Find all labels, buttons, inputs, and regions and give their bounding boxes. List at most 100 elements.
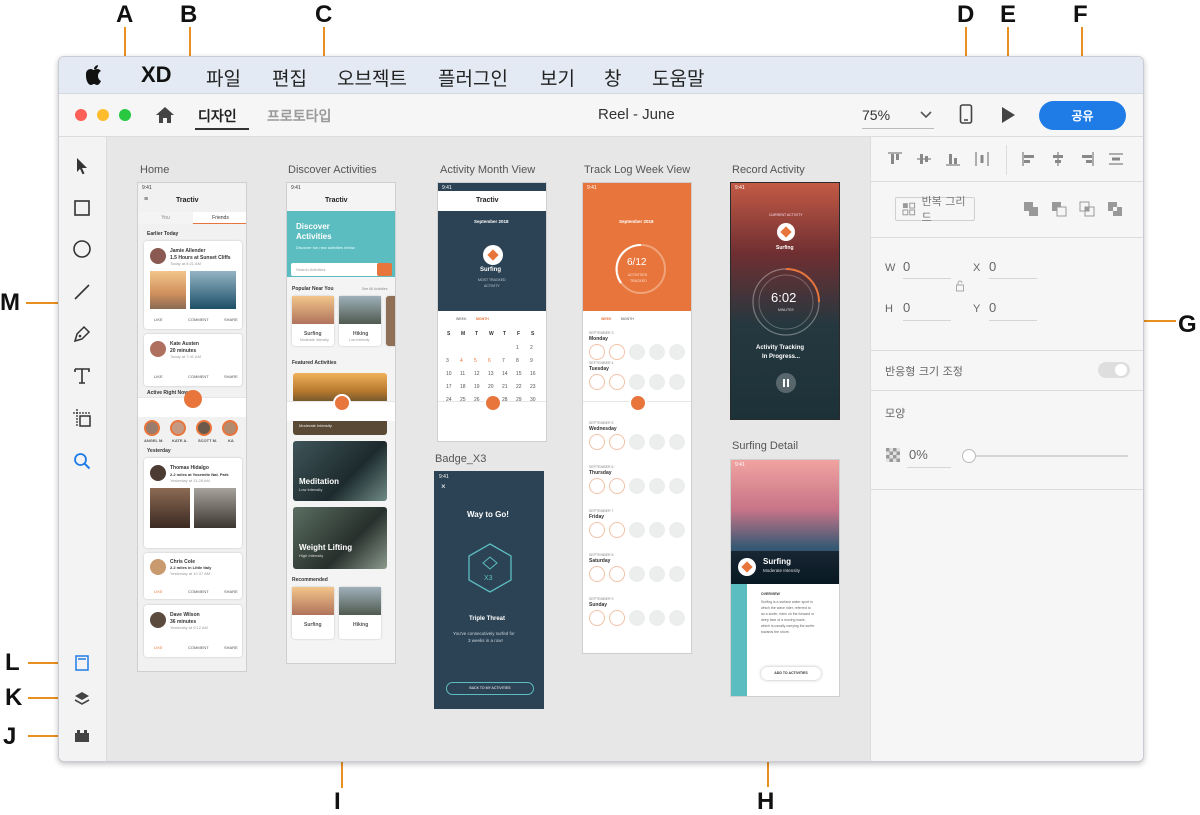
align-right-icon[interactable] — [1079, 151, 1095, 167]
document-assets-button[interactable] — [71, 652, 93, 674]
artboard-label-surf[interactable]: Surfing Detail — [732, 440, 798, 452]
log-activity-slot[interactable] — [629, 374, 645, 390]
artboard-label-discover[interactable]: Discover Activities — [288, 164, 377, 176]
home-tab-you[interactable]: You — [138, 212, 193, 224]
repeat-grid-button[interactable]: 반복 그리드 — [895, 195, 975, 224]
calendar-date[interactable]: 13 — [488, 371, 494, 377]
calendar-date[interactable]: 16 — [530, 371, 536, 377]
log-activity-slot[interactable] — [629, 344, 645, 360]
log-activity-slot[interactable] — [609, 566, 625, 582]
log-activity-slot[interactable] — [609, 434, 625, 450]
share-button[interactable]: 공유 — [1039, 101, 1126, 130]
record-fab[interactable] — [333, 394, 351, 412]
home-tab-friends[interactable]: Friends — [193, 212, 246, 224]
activity-card[interactable]: Surfing Moderate Intensity — [292, 296, 334, 346]
pen-tool[interactable] — [71, 323, 93, 345]
chevron-down-icon[interactable] — [920, 109, 932, 119]
friend-avatar[interactable] — [196, 420, 212, 436]
week-toggle[interactable]: WEEK — [456, 317, 467, 321]
log-activity-slot[interactable] — [669, 478, 685, 494]
log-activity-slot[interactable] — [609, 522, 625, 538]
calendar-date[interactable]: 3 — [446, 358, 449, 364]
back-to-activities-button[interactable]: BACK TO MY ACTIVITIES — [446, 682, 534, 695]
close-window-button[interactable] — [75, 109, 87, 121]
height-input[interactable]: 0 — [903, 300, 910, 315]
calendar-date[interactable]: 14 — [502, 371, 508, 377]
distribute-vertical-icon[interactable] — [1108, 151, 1124, 167]
pause-button[interactable] — [776, 373, 796, 393]
log-activity-slot[interactable] — [589, 374, 605, 390]
opacity-input[interactable]: 0% — [909, 447, 928, 462]
month-toggle[interactable]: MONTH — [476, 317, 489, 321]
tab-prototype[interactable]: 프로토타입 — [267, 106, 331, 126]
zoom-tool[interactable] — [71, 450, 93, 472]
artboard-month-view[interactable]: 9:41 Tractiv September 2018 Surfing MOST… — [437, 182, 547, 442]
log-activity-slot[interactable] — [629, 522, 645, 538]
log-activity-slot[interactable] — [609, 610, 625, 626]
log-activity-slot[interactable] — [589, 434, 605, 450]
log-activity-slot[interactable] — [669, 566, 685, 582]
log-activity-slot[interactable] — [609, 478, 625, 494]
calendar-date[interactable]: 11 — [460, 371, 465, 377]
share-post-button[interactable]: SHARE — [224, 317, 238, 322]
width-input[interactable]: 0 — [903, 259, 910, 274]
calendar-date[interactable]: 7 — [502, 358, 505, 364]
calendar-date[interactable]: 2 — [530, 345, 533, 351]
log-activity-slot[interactable] — [629, 434, 645, 450]
calendar-date[interactable]: 22 — [516, 384, 522, 390]
artboard-home[interactable]: 9:41 Tractiv ≡ You Friends Earlier Today… — [137, 182, 247, 672]
calendar-date[interactable]: 21 — [502, 384, 508, 390]
featured-card-weight-lifting[interactable]: Weight Lifting High Intensity — [293, 507, 387, 569]
friend-avatar[interactable] — [170, 420, 186, 436]
rectangle-tool[interactable] — [71, 197, 93, 219]
share-post-button[interactable]: SHARE — [224, 645, 238, 650]
share-post-button[interactable]: SHARE — [224, 589, 238, 594]
add-to-activities-button[interactable]: ADD TO ACTIVITIES — [761, 667, 821, 680]
menu-plugins[interactable]: 플러그인 — [438, 64, 508, 91]
lock-icon[interactable] — [955, 280, 965, 292]
menu-window[interactable]: 창 — [604, 64, 621, 91]
opacity-slider-thumb[interactable] — [962, 449, 976, 463]
align-bottom-icon[interactable] — [945, 151, 961, 167]
device-preview-icon[interactable] — [959, 104, 973, 124]
boolean-exclude-icon[interactable] — [1107, 201, 1123, 217]
artboard-record[interactable]: 9:41 CURRENT ACTIVITY Surfing 6:02 MINUT… — [730, 182, 840, 420]
close-icon[interactable]: × — [441, 482, 446, 491]
menu-file[interactable]: 파일 — [206, 64, 241, 91]
distribute-horizontal-icon[interactable] — [974, 151, 990, 167]
like-button[interactable]: LIKE — [154, 374, 163, 379]
featured-card-meditation[interactable]: Meditation Low Intensity — [293, 441, 387, 501]
align-top-icon[interactable] — [887, 151, 903, 167]
feed-card[interactable]: Kate Austen 20 minutes Today at 7:41 AM … — [144, 334, 242, 386]
log-activity-slot[interactable] — [609, 374, 625, 390]
month-toggle[interactable]: MONTH — [621, 317, 634, 321]
log-activity-slot[interactable] — [649, 374, 665, 390]
log-activity-slot[interactable] — [589, 478, 605, 494]
log-activity-slot[interactable] — [649, 434, 665, 450]
log-activity-slot[interactable] — [589, 522, 605, 538]
log-activity-slot[interactable] — [669, 522, 685, 538]
select-tool[interactable] — [71, 155, 93, 177]
comment-button[interactable]: COMMENT — [188, 374, 209, 379]
log-activity-slot[interactable] — [669, 434, 685, 450]
calendar-date[interactable]: 20 — [488, 384, 494, 390]
y-input[interactable]: 0 — [989, 300, 996, 315]
tab-design[interactable]: 디자인 — [198, 106, 237, 126]
home-icon[interactable] — [155, 106, 175, 124]
feed-card[interactable]: Thomas Hidalgo 2.2 miles at Yosemite Nat… — [144, 458, 242, 548]
opacity-slider-track[interactable] — [968, 455, 1128, 457]
layers-button[interactable] — [71, 688, 93, 710]
feed-card[interactable]: Chris Cole 2.2 miles in Little Italy Yes… — [144, 553, 242, 599]
calendar-date[interactable]: 1 — [516, 345, 519, 351]
plugins-button[interactable] — [71, 725, 93, 747]
calendar-date[interactable]: 12 — [474, 371, 480, 377]
calendar-date[interactable]: 18 — [460, 384, 466, 390]
calendar-date[interactable]: 4 — [460, 358, 463, 364]
calendar-date[interactable]: 10 — [446, 371, 452, 377]
zoom-window-button[interactable] — [119, 109, 131, 121]
calendar-date[interactable]: 17 — [446, 384, 452, 390]
comment-button[interactable]: COMMENT — [188, 317, 209, 322]
calendar-date[interactable]: 15 — [516, 371, 522, 377]
calendar-date[interactable]: 9 — [530, 358, 533, 364]
artboard-badge[interactable]: 9:41 × Way to Go! X3 Triple Threat You'v… — [434, 471, 544, 709]
